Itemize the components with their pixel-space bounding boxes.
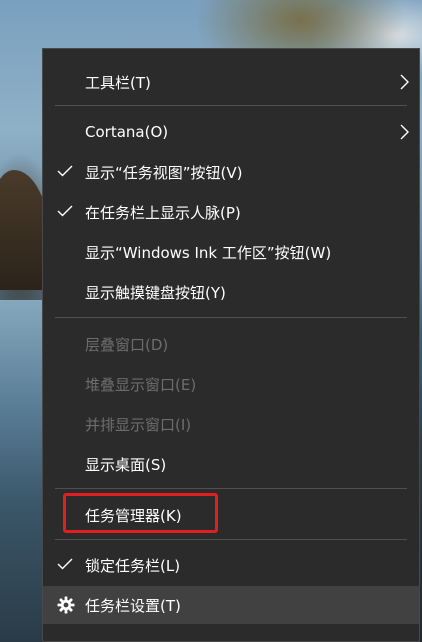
menu-item-toolbars[interactable]: 工具栏(T)	[43, 63, 419, 101]
menu-item-label: 并排显示窗口(I)	[85, 415, 192, 434]
menu-item-cortana[interactable]: Cortana(O)	[43, 113, 419, 151]
menu-item-lock-taskbar[interactable]: 锁定任务栏(L)	[43, 546, 419, 584]
menu-item-label: 层叠窗口(D)	[85, 335, 169, 354]
chevron-right-icon	[400, 74, 409, 90]
menu-item-show-task-view[interactable]: 显示“任务视图”按钮(V)	[43, 153, 419, 191]
menu-separator	[55, 317, 407, 318]
menu-item-label: 任务栏设置(T)	[85, 596, 181, 615]
menu-item-show-desktop[interactable]: 显示桌面(S)	[43, 445, 419, 483]
menu-item-label: 显示“Windows Ink 工作区”按钮(W)	[85, 243, 332, 262]
menu-separator	[55, 105, 407, 106]
menu-item-label: 在任务栏上显示人脉(P)	[85, 203, 241, 222]
checkmark-icon	[57, 205, 73, 217]
red-highlight-box	[63, 493, 218, 533]
checkmark-icon	[57, 165, 73, 177]
menu-separator	[55, 488, 407, 489]
gear-icon	[57, 596, 75, 614]
chevron-right-icon	[400, 124, 409, 140]
menu-item-label: 工具栏(T)	[85, 73, 151, 92]
menu-item-stack-windows: 堆叠显示窗口(E)	[43, 365, 419, 403]
taskbar-context-menu: 工具栏(T) Cortana(O) 显示“任务视图”按钮(V) 在任务栏上显示人…	[42, 48, 420, 642]
checkmark-icon	[57, 558, 73, 570]
menu-item-label: 显示桌面(S)	[85, 455, 167, 474]
menu-item-label: 锁定任务栏(L)	[85, 556, 181, 575]
menu-item-label: 显示“任务视图”按钮(V)	[85, 163, 243, 182]
menu-item-label: Cortana(O)	[85, 123, 169, 141]
menu-item-show-people[interactable]: 在任务栏上显示人脉(P)	[43, 193, 419, 231]
menu-item-label: 堆叠显示窗口(E)	[85, 375, 197, 394]
menu-item-taskbar-settings[interactable]: 任务栏设置(T)	[43, 586, 419, 624]
menu-item-side-by-side-windows: 并排显示窗口(I)	[43, 405, 419, 443]
menu-item-show-touch-keyboard[interactable]: 显示触摸键盘按钮(Y)	[43, 273, 419, 311]
menu-item-show-windows-ink[interactable]: 显示“Windows Ink 工作区”按钮(W)	[43, 233, 419, 271]
menu-item-cascade-windows: 层叠窗口(D)	[43, 325, 419, 363]
menu-item-label: 显示触摸键盘按钮(Y)	[85, 283, 226, 302]
menu-separator	[55, 539, 407, 540]
